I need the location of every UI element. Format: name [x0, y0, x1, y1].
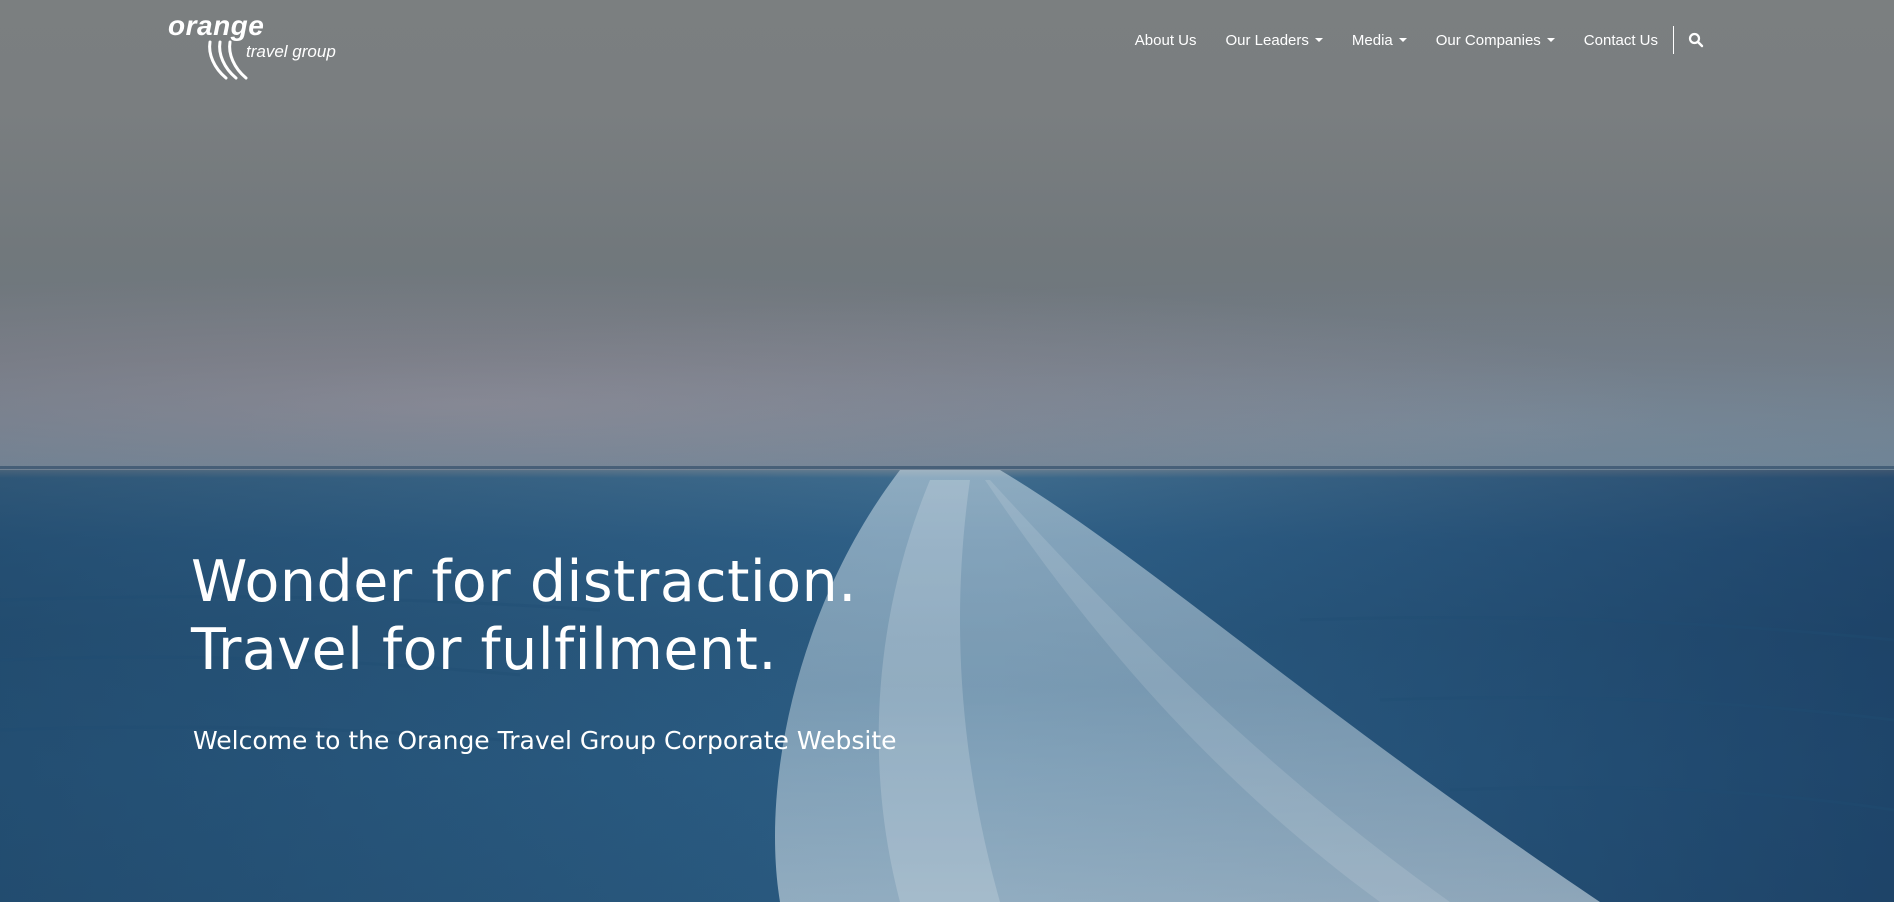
hero-headline-line-1: Wonder for distraction.: [191, 549, 857, 615]
nav-about-us-label: About Us: [1134, 31, 1197, 49]
hero-subheadline: Welcome to the Orange Travel Group Corpo…: [193, 726, 897, 755]
caret-down-icon: [1546, 38, 1555, 42]
hero-headline: Wonder for distraction. Travel for fulfi…: [191, 548, 897, 684]
nav-contact-us[interactable]: Contact Us: [1584, 32, 1658, 49]
nav-media-label: Media: [1351, 31, 1393, 49]
nav-about-us[interactable]: About Us: [1135, 32, 1197, 49]
nav-divider: [1673, 26, 1674, 54]
main-navigation: About Us Our Leaders Media Our Companies…: [1106, 24, 1704, 56]
hero-headline-line-2: Travel for fulfilment.: [191, 617, 778, 683]
caret-down-icon: [1314, 38, 1323, 42]
caret-down-icon: [1398, 38, 1407, 42]
company-logo[interactable]: orange travel group: [168, 10, 348, 80]
nav-our-leaders-label: Our Leaders: [1225, 31, 1309, 49]
hero-text-block: Wonder for distraction. Travel for fulfi…: [191, 548, 897, 755]
logo-subtitle: travel group: [246, 42, 336, 61]
search-icon[interactable]: [1688, 32, 1704, 48]
hero-banner: orange travel group About Us Our Leaders…: [0, 0, 1894, 902]
nav-our-companies-label: Our Companies: [1435, 31, 1541, 49]
site-header: orange travel group About Us Our Leaders…: [0, 0, 1894, 84]
nav-our-companies[interactable]: Our Companies: [1436, 32, 1555, 49]
nav-our-leaders[interactable]: Our Leaders: [1226, 32, 1323, 49]
nav-contact-us-label: Contact Us: [1583, 31, 1658, 49]
nav-media[interactable]: Media: [1352, 32, 1407, 49]
ship-wake-image: [0, 470, 1894, 902]
logo-swoosh-icon: [208, 40, 248, 80]
